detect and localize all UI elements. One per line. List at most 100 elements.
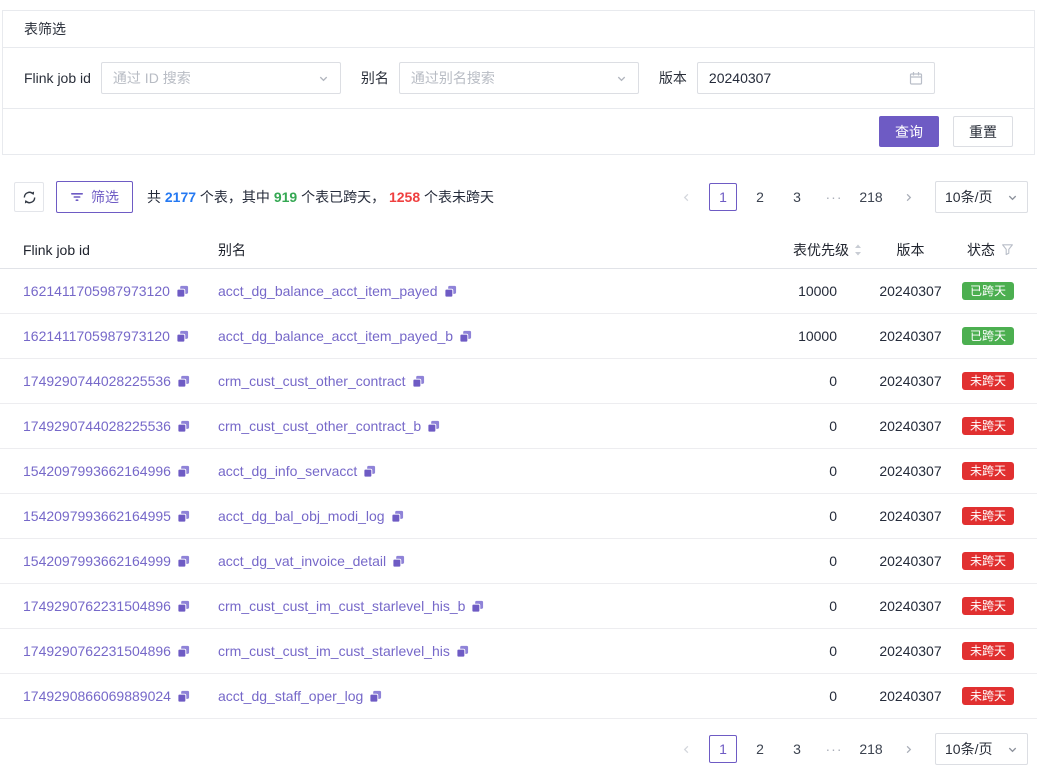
table-row: 1621411705987973120 acct_dg_balance_acct… — [0, 314, 1037, 359]
status-badge: 未跨天 — [962, 462, 1014, 480]
copy-icon[interactable] — [177, 510, 190, 523]
alias-link[interactable]: acct_dg_bal_obj_modi_log — [218, 508, 385, 524]
prev-page-icon[interactable] — [672, 735, 700, 763]
alias-link[interactable]: acct_dg_balance_acct_item_payed_b — [218, 328, 453, 344]
priority-value: 0 — [728, 688, 863, 704]
copy-icon[interactable] — [363, 465, 376, 478]
filter-funnel-icon[interactable] — [1001, 243, 1014, 256]
copy-icon[interactable] — [456, 645, 469, 658]
copy-icon[interactable] — [177, 375, 190, 388]
page-number[interactable]: 218 — [857, 735, 885, 763]
job-id-select[interactable]: 通过 ID 搜索 — [101, 62, 341, 94]
col-header-status: 状态 — [958, 240, 1014, 260]
table-row: 1749290866069889024 acct_dg_staff_oper_l… — [0, 674, 1037, 719]
job-id-link[interactable]: 1749290762231504896 — [23, 643, 171, 659]
job-id-link[interactable]: 1749290744028225536 — [23, 373, 171, 389]
status-badge: 已跨天 — [962, 282, 1014, 300]
alias-placeholder: 通过别名搜索 — [411, 68, 495, 88]
copy-icon[interactable] — [177, 600, 190, 613]
reset-button[interactable]: 重置 — [953, 116, 1013, 147]
copy-icon[interactable] — [391, 510, 404, 523]
alias-link[interactable]: crm_cust_cust_other_contract_b — [218, 418, 421, 434]
page-size-select[interactable]: 10条/页 — [935, 733, 1028, 765]
query-button[interactable]: 查询 — [879, 116, 939, 147]
job-id-link[interactable]: 1621411705987973120 — [23, 328, 170, 344]
priority-value: 0 — [728, 463, 863, 479]
alias-link[interactable]: crm_cust_cust_im_cust_starlevel_his — [218, 643, 450, 659]
alias-link[interactable]: acct_dg_info_servacct — [218, 463, 357, 479]
status-badge: 未跨天 — [962, 552, 1014, 570]
page-number[interactable]: 1 — [709, 735, 737, 763]
job-id-link[interactable]: 1542097993662164995 — [23, 508, 171, 524]
page-number[interactable]: 2 — [746, 183, 774, 211]
col-header-alias: 别名 — [218, 240, 728, 260]
filter-card-footer: 查询 重置 — [3, 109, 1034, 154]
job-id-link[interactable]: 1749290744028225536 — [23, 418, 171, 434]
filter-button[interactable]: 筛选 — [56, 181, 133, 213]
priority-value: 10000 — [728, 283, 863, 299]
sort-icon[interactable] — [853, 243, 863, 257]
job-id-link[interactable]: 1542097993662164999 — [23, 553, 171, 569]
copy-icon[interactable] — [392, 555, 405, 568]
page-number[interactable]: ··· — [820, 735, 848, 763]
alias-link[interactable]: acct_dg_balance_acct_item_payed — [218, 283, 438, 299]
table-row: 1621411705987973120 acct_dg_balance_acct… — [0, 269, 1037, 314]
table-body: 1621411705987973120 acct_dg_balance_acct… — [0, 269, 1037, 719]
table-row: 1749290744028225536 crm_cust_cust_other_… — [0, 404, 1037, 449]
job-id-link[interactable]: 1621411705987973120 — [23, 283, 170, 299]
copy-icon[interactable] — [176, 285, 189, 298]
copy-icon[interactable] — [177, 645, 190, 658]
job-id-link[interactable]: 1749290762231504896 — [23, 598, 171, 614]
chevron-down-icon — [616, 73, 627, 84]
col-header-version: 版本 — [863, 240, 958, 260]
page-number[interactable]: 1 — [709, 183, 737, 211]
copy-icon[interactable] — [444, 285, 457, 298]
priority-value: 0 — [728, 373, 863, 389]
copy-icon[interactable] — [369, 690, 382, 703]
version-value: 20240307 — [863, 283, 958, 299]
copy-icon[interactable] — [427, 420, 440, 433]
alias-link[interactable]: acct_dg_staff_oper_log — [218, 688, 363, 704]
version-label: 版本 — [659, 68, 687, 88]
copy-icon[interactable] — [412, 375, 425, 388]
job-id-link[interactable]: 1542097993662164996 — [23, 463, 171, 479]
job-id-placeholder: 通过 ID 搜索 — [113, 68, 191, 88]
alias-link[interactable]: crm_cust_cust_im_cust_starlevel_his_b — [218, 598, 465, 614]
page-number[interactable]: ··· — [820, 183, 848, 211]
page-size-select[interactable]: 10条/页 — [935, 181, 1028, 213]
version-field: 版本 20240307 — [659, 62, 935, 94]
copy-icon[interactable] — [471, 600, 484, 613]
copy-icon[interactable] — [176, 330, 189, 343]
table-stats: 共 2177 个表，其中 919 个表已跨天， 1258 个表未跨天 — [147, 187, 494, 207]
page-number[interactable]: 2 — [746, 735, 774, 763]
refresh-button[interactable] — [14, 182, 44, 212]
status-badge: 未跨天 — [962, 687, 1014, 705]
stat-total: 2177 — [165, 189, 196, 205]
page-size-value: 10条/页 — [945, 187, 992, 207]
priority-value: 0 — [728, 643, 863, 659]
alias-link[interactable]: crm_cust_cust_other_contract — [218, 373, 406, 389]
copy-icon[interactable] — [177, 690, 190, 703]
alias-select[interactable]: 通过别名搜索 — [399, 62, 639, 94]
alias-field: 别名 通过别名搜索 — [361, 62, 639, 94]
filter-card: 表筛选 Flink job id 通过 ID 搜索 别名 通过别名搜索 版本 — [2, 10, 1035, 155]
col-header-priority[interactable]: 表优先级 — [728, 240, 863, 260]
status-badge: 未跨天 — [962, 372, 1014, 390]
version-value: 20240307 — [863, 598, 958, 614]
copy-icon[interactable] — [177, 465, 190, 478]
next-page-icon[interactable] — [894, 183, 922, 211]
page-number[interactable]: 3 — [783, 735, 811, 763]
copy-icon[interactable] — [177, 555, 190, 568]
prev-page-icon[interactable] — [672, 183, 700, 211]
alias-link[interactable]: acct_dg_vat_invoice_detail — [218, 553, 386, 569]
priority-value: 0 — [728, 598, 863, 614]
version-value: 20240307 — [863, 688, 958, 704]
page-number[interactable]: 218 — [857, 183, 885, 211]
version-date-input[interactable]: 20240307 — [697, 62, 935, 94]
copy-icon[interactable] — [177, 420, 190, 433]
job-id-link[interactable]: 1749290866069889024 — [23, 688, 171, 704]
next-page-icon[interactable] — [894, 735, 922, 763]
page-number[interactable]: 3 — [783, 183, 811, 211]
copy-icon[interactable] — [459, 330, 472, 343]
priority-value: 0 — [728, 553, 863, 569]
